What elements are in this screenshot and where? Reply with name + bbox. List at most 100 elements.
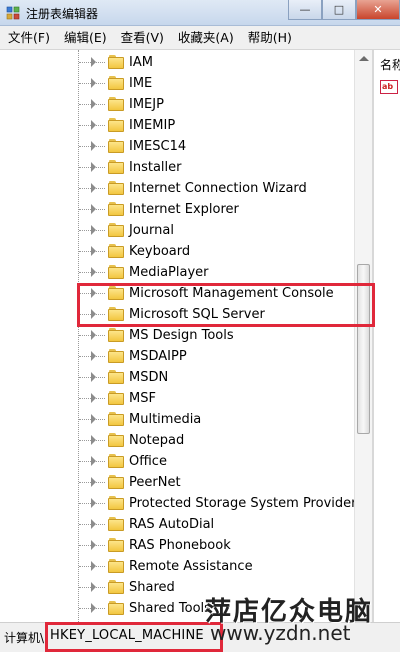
expand-arrow-icon[interactable] <box>91 540 96 550</box>
expand-arrow-icon[interactable] <box>91 372 96 382</box>
tree-item[interactable]: Installer <box>0 157 372 178</box>
tree-item[interactable]: Keyboard <box>0 241 372 262</box>
folder-icon <box>108 475 124 489</box>
scroll-up-arrow-icon[interactable] <box>359 56 369 61</box>
close-button[interactable]: ✕ <box>356 0 400 20</box>
values-pane[interactable]: 名称 ab <box>372 50 400 622</box>
tree-item[interactable]: RAS AutoDial <box>0 514 372 535</box>
expand-arrow-icon[interactable] <box>91 477 96 487</box>
watermark-url: www.yzdn.net <box>210 621 351 645</box>
menu-file[interactable]: 文件(F) <box>0 26 57 50</box>
tree-item[interactable]: Journal <box>0 220 372 241</box>
tree-item[interactable]: Internet Connection Wizard <box>0 178 372 199</box>
tree-item-label: Notepad <box>129 433 185 448</box>
expand-arrow-icon[interactable] <box>91 57 96 67</box>
tree-item-label: RAS Phonebook <box>129 538 231 553</box>
scroll-thumb[interactable] <box>357 264 370 434</box>
expand-arrow-icon[interactable] <box>91 330 96 340</box>
tree-item[interactable]: Multimedia <box>0 409 372 430</box>
folder-icon <box>108 76 124 90</box>
tree-item-label: Shared <box>129 580 175 595</box>
maximize-button[interactable]: □ <box>322 0 356 20</box>
tree-item-label: IMESC14 <box>129 139 187 154</box>
registry-tree[interactable]: IAM IME IMEJP IMEMIP IMESC14 Installer Interne… <box>0 50 372 622</box>
expand-arrow-icon[interactable] <box>91 519 96 529</box>
tree-item[interactable]: MSF <box>0 388 372 409</box>
expand-arrow-icon[interactable] <box>91 351 96 361</box>
expand-arrow-icon[interactable] <box>91 561 96 571</box>
tree-item[interactable]: MS Design Tools <box>0 325 372 346</box>
expand-arrow-icon[interactable] <box>91 246 96 256</box>
expand-arrow-icon[interactable] <box>91 141 96 151</box>
expand-arrow-icon[interactable] <box>91 162 96 172</box>
expand-arrow-icon[interactable] <box>91 603 96 613</box>
title-bar: 注册表编辑器 — □ ✕ <box>0 0 400 26</box>
tree-item-label: Journal <box>129 223 174 238</box>
tree-item-label: MSDN <box>129 370 169 385</box>
tree-item[interactable]: RAS Phonebook <box>0 535 372 556</box>
expand-arrow-icon[interactable] <box>91 393 96 403</box>
window-controls: — □ ✕ <box>288 0 400 20</box>
tree-item[interactable]: IME <box>0 73 372 94</box>
tree-item[interactable]: IAM <box>0 52 372 73</box>
status-key-path: HKEY_LOCAL_MACHINE <box>50 628 204 643</box>
tree-item-label: Protected Storage System Provider <box>129 496 357 511</box>
expand-arrow-icon[interactable] <box>91 456 96 466</box>
tree-item[interactable]: Microsoft Management Console <box>0 283 372 304</box>
folder-icon <box>108 496 124 510</box>
tree-item[interactable]: IMEMIP <box>0 115 372 136</box>
folder-icon <box>108 139 124 153</box>
menu-favorites[interactable]: 收藏夹(A) <box>171 26 241 50</box>
status-computer-label: 计算机\ <box>4 631 45 645</box>
tree-item[interactable]: IMESC14 <box>0 136 372 157</box>
column-header-name[interactable]: 名称 <box>380 56 400 73</box>
tree-item-label: Microsoft SQL Server <box>129 307 265 322</box>
tree-item-label: IMEJP <box>129 97 164 112</box>
expand-arrow-icon[interactable] <box>91 498 96 508</box>
tree-item[interactable]: IMEJP <box>0 94 372 115</box>
close-icon: ✕ <box>373 3 383 16</box>
menu-edit[interactable]: 编辑(E) <box>57 26 114 50</box>
folder-icon <box>108 223 124 237</box>
folder-icon <box>108 601 124 615</box>
tree-item-label: Installer <box>129 160 182 175</box>
expand-arrow-icon[interactable] <box>91 120 96 130</box>
folder-icon <box>108 349 124 363</box>
menu-view[interactable]: 查看(V) <box>114 26 171 50</box>
tree-item[interactable]: Notepad <box>0 430 372 451</box>
minimize-button[interactable]: — <box>288 0 322 20</box>
tree-item[interactable]: PeerNet <box>0 472 372 493</box>
tree-item-label: Keyboard <box>129 244 191 259</box>
tree-item[interactable]: MSDAIPP <box>0 346 372 367</box>
expand-arrow-icon[interactable] <box>91 582 96 592</box>
tree-item[interactable]: Office <box>0 451 372 472</box>
expand-arrow-icon[interactable] <box>91 78 96 88</box>
expand-arrow-icon[interactable] <box>91 414 96 424</box>
tree-item-label: IMEMIP <box>129 118 176 133</box>
folder-icon <box>108 454 124 468</box>
expand-arrow-icon[interactable] <box>91 99 96 109</box>
window-title: 注册表编辑器 <box>26 7 99 21</box>
expand-arrow-icon[interactable] <box>91 309 96 319</box>
tree-item[interactable]: MediaPlayer <box>0 262 372 283</box>
tree-item[interactable]: MSDN <box>0 367 372 388</box>
tree-item[interactable]: Microsoft SQL Server <box>0 304 372 325</box>
tree-item-label: Internet Connection Wizard <box>129 181 307 196</box>
expand-arrow-icon[interactable] <box>91 183 96 193</box>
tree-item[interactable]: Protected Storage System Provider <box>0 493 372 514</box>
expand-arrow-icon[interactable] <box>91 288 96 298</box>
expand-arrow-icon[interactable] <box>91 267 96 277</box>
tree-item-label: MSF <box>129 391 156 406</box>
tree-item-label: MediaPlayer <box>129 265 209 280</box>
menu-help[interactable]: 帮助(H) <box>241 26 299 50</box>
expand-arrow-icon[interactable] <box>91 435 96 445</box>
tree-item[interactable]: Remote Assistance <box>0 556 372 577</box>
tree-item-label: Multimedia <box>129 412 202 427</box>
menu-bar: 文件(F) 编辑(E) 查看(V) 收藏夹(A) 帮助(H) <box>0 26 400 50</box>
string-value-icon: ab <box>380 80 398 94</box>
tree-item[interactable]: Internet Explorer <box>0 199 372 220</box>
expand-arrow-icon[interactable] <box>91 225 96 235</box>
tree-scrollbar[interactable] <box>354 50 372 622</box>
expand-arrow-icon[interactable] <box>91 204 96 214</box>
folder-icon <box>108 559 124 573</box>
